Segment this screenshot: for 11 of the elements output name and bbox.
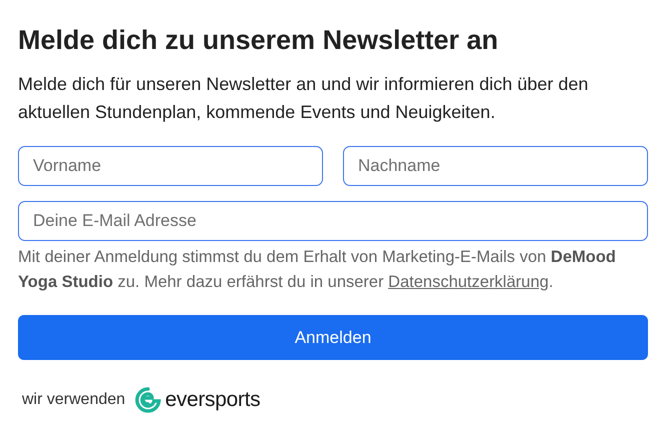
brand-name: eversports [165,388,260,412]
footer-label: wir verwenden [22,391,126,409]
newsletter-title: Melde dich zu unserem Newsletter an [18,24,500,57]
logo-icon [135,387,162,413]
subscribe-button[interactable]: Anmelden [18,315,648,360]
email-field[interactable]: Deine E-Mail Adresse [18,201,648,241]
last-name-field[interactable]: Nachname [343,146,648,186]
first-name-field[interactable]: Vorname [18,146,323,186]
consent-text: Mit deiner Anmeldung stimmst du dem Erhalt von Marketing-E-Mails von DeMood Yoga Studio zu. Mehr dazu erfährst du in unserer Datenschutzerklärung. [18,247,617,293]
intro-text: Melde dich für unseren Newsletter an und wir informieren dich über den aktuellen Stundenplan, kommende Events und Neuigkeiten. [18,73,590,124]
privacy-link[interactable]: Datenschutzerklärung [388,273,549,291]
